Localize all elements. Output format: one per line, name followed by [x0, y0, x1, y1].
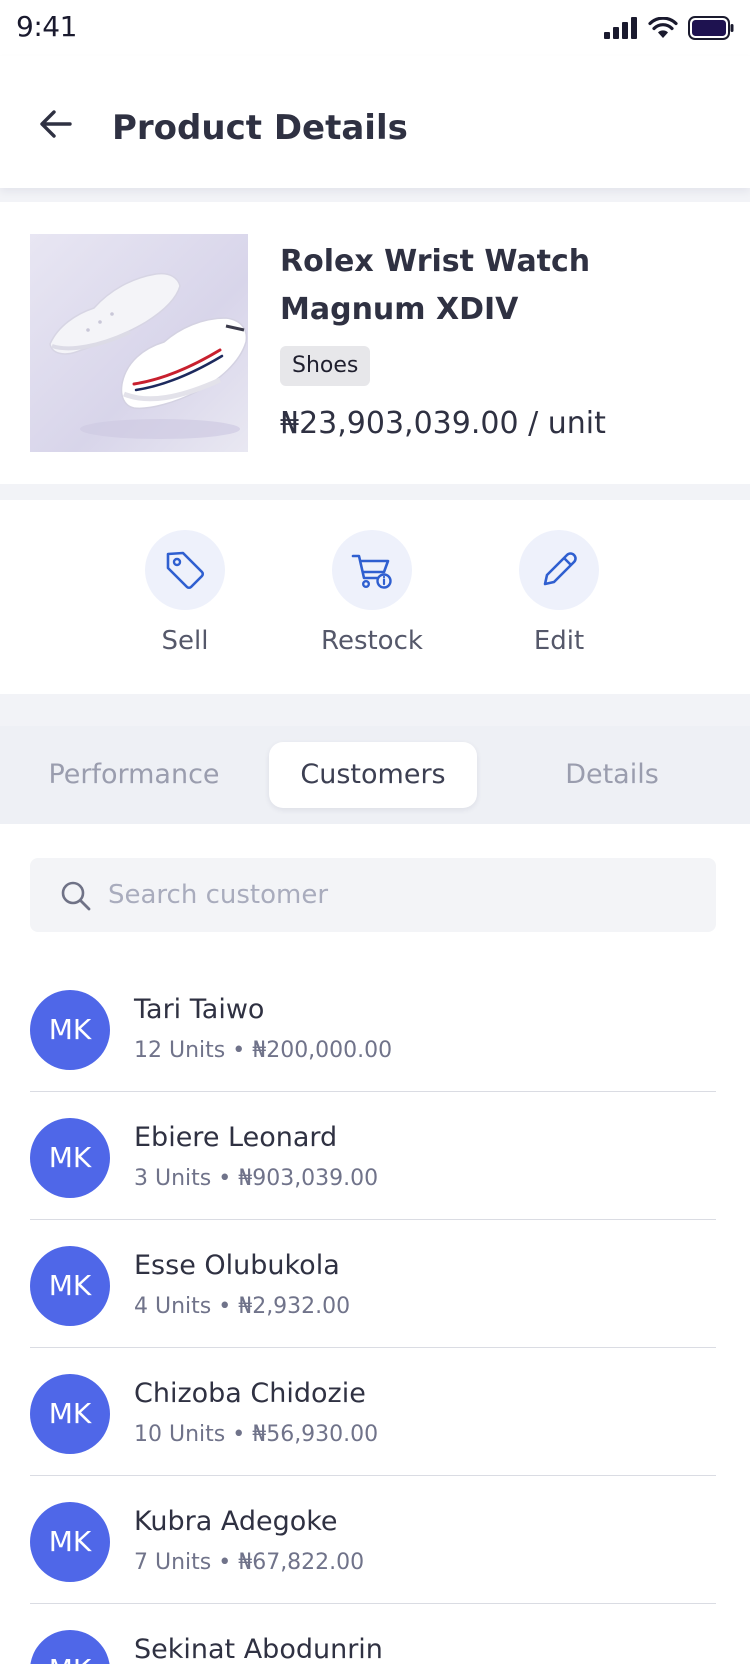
signal-icon [604, 17, 637, 39]
customer-purchase-summary: 3 Units • ₦903,039.00 [134, 1166, 379, 1191]
status-icons [604, 14, 734, 42]
customer-name: Ebiere Leonard [134, 1122, 338, 1153]
customer-purchase-summary: 7 Units • ₦67,822.00 [134, 1550, 365, 1575]
tag-icon [166, 551, 205, 590]
customer-row[interactable]: MK Chizoba Chidozie 10 Units • ₦56,930.0… [30, 1348, 716, 1476]
status-time: 9:41 [16, 10, 77, 43]
product-image [30, 234, 248, 452]
sneaker-illustration [49, 272, 248, 439]
page-title: Product Details [112, 108, 408, 148]
status-bar: 9:41 [0, 0, 750, 56]
avatar: MK [30, 990, 110, 1070]
restock-button[interactable]: Restock [302, 530, 442, 656]
search-input[interactable] [108, 858, 698, 932]
product-card: Rolex Wrist Watch Magnum XDIV Shoes ₦23,… [0, 202, 750, 484]
tab-performance[interactable]: Performance [30, 742, 238, 808]
avatar: MK [30, 1630, 110, 1664]
battery-icon [688, 16, 734, 40]
edit-icon-circle [519, 530, 599, 610]
pencil-icon [543, 552, 577, 586]
customer-name: Esse Olubukola [134, 1250, 340, 1281]
search-icon [61, 881, 91, 911]
sell-label: Sell [161, 626, 209, 656]
customer-name: Kubra Adegoke [134, 1506, 338, 1537]
customer-row[interactable]: MK Ebiere Leonard 3 Units • ₦903,039.00 [30, 1092, 716, 1220]
cart-icon [351, 554, 392, 589]
actions-card: Sell Restock Edit [0, 500, 750, 694]
search-box [30, 858, 716, 932]
customers-panel: MK Tari Taiwo 12 Units • ₦200,000.00 MK … [0, 824, 750, 1664]
customer-purchase-summary: 12 Units • ₦200,000.00 [134, 1038, 393, 1063]
avatar: MK [30, 1374, 110, 1454]
avatar: MK [30, 1118, 110, 1198]
customer-row[interactable]: MK Sekinat Abodunrin [30, 1604, 716, 1664]
product-name: Rolex Wrist Watch Magnum XDIV [280, 244, 591, 327]
tab-bar: Performance Customers Details [0, 726, 750, 824]
sell-icon-circle [145, 530, 225, 610]
avatar: MK [30, 1502, 110, 1582]
customer-row[interactable]: MK Tari Taiwo 12 Units • ₦200,000.00 [30, 964, 716, 1092]
restock-icon-circle [332, 530, 412, 610]
customer-row[interactable]: MK Kubra Adegoke 7 Units • ₦67,822.00 [30, 1476, 716, 1604]
app-bar: Product Details [0, 56, 750, 188]
edit-label: Edit [533, 626, 585, 656]
tab-customers[interactable]: Customers [269, 742, 477, 808]
restock-label: Restock [321, 626, 423, 656]
product-price: ₦23,903,039.00 / unit [280, 406, 606, 441]
customer-name: Chizoba Chidozie [134, 1378, 366, 1409]
customer-row[interactable]: MK Esse Olubukola 4 Units • ₦2,932.00 [30, 1220, 716, 1348]
customer-purchase-summary: 4 Units • ₦2,932.00 [134, 1294, 351, 1319]
avatar: MK [30, 1246, 110, 1326]
customer-purchase-summary: 10 Units • ₦56,930.00 [134, 1422, 379, 1447]
back-arrow-icon[interactable] [36, 104, 76, 144]
edit-button[interactable]: Edit [489, 530, 629, 656]
sell-button[interactable]: Sell [115, 530, 255, 656]
customer-name: Sekinat Abodunrin [134, 1634, 383, 1664]
category-badge: Shoes [280, 346, 371, 386]
tab-details[interactable]: Details [508, 742, 716, 808]
wifi-icon [648, 17, 678, 38]
customer-name: Tari Taiwo [134, 994, 265, 1025]
